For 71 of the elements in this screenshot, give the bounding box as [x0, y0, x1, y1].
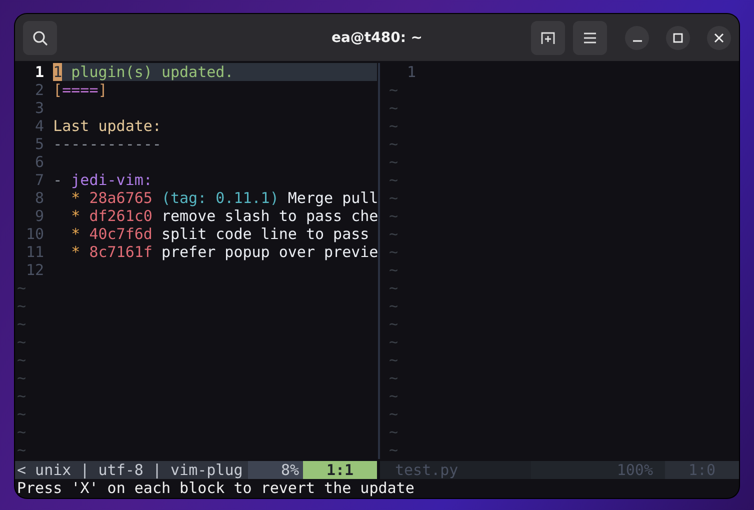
empty-line-marker: ~	[389, 153, 398, 171]
empty-line-marker: ~	[389, 369, 398, 387]
line-number: 6	[34, 153, 44, 171]
maximize-button[interactable]	[666, 26, 690, 50]
empty-line-marker: ~	[389, 81, 398, 99]
empty-line-marker: ~	[389, 171, 398, 189]
empty-line-marker: ~	[17, 405, 26, 423]
close-icon	[714, 32, 724, 42]
code-line: [====]	[53, 81, 108, 99]
line-number: 11	[25, 243, 44, 261]
line-number: 2	[34, 81, 44, 99]
status-info: test.py	[380, 461, 531, 479]
code-line: Last update:	[53, 117, 162, 135]
close-button[interactable]	[707, 26, 731, 50]
empty-line-marker: ~	[389, 99, 398, 117]
empty-line-marker: ~	[17, 423, 26, 441]
code-line: * 28a6765 (tag: 0.11.1) Merge pull	[70, 189, 378, 207]
empty-line-marker: ~	[389, 243, 398, 261]
menu-button[interactable]	[573, 20, 607, 54]
window-title: ea@t480: ~	[331, 30, 423, 46]
empty-line-marker: ~	[389, 423, 398, 441]
menu-icon	[583, 32, 597, 44]
empty-line-marker: ~	[389, 207, 398, 225]
line-number: 10	[25, 225, 44, 243]
empty-line-marker: ~	[389, 441, 398, 459]
empty-line-marker: ~	[17, 315, 26, 333]
empty-line-marker: ~	[17, 369, 26, 387]
line-number: 4	[34, 117, 44, 135]
line-number: 7	[34, 171, 44, 189]
empty-line-marker: ~	[17, 351, 26, 369]
message-line: Press 'X' on each block to revert the update	[16, 479, 416, 498]
new-tab-button[interactable]	[531, 20, 565, 54]
code-line: - jedi-vim:	[53, 171, 154, 189]
empty-line-marker: ~	[17, 297, 26, 315]
empty-line-marker: ~	[17, 441, 26, 459]
code-line: ------------	[53, 135, 162, 153]
line-number: 1	[34, 63, 44, 81]
scroll-percent: 100%	[531, 461, 665, 479]
search-icon	[32, 30, 48, 46]
line-number: 5	[34, 135, 44, 153]
empty-line-marker: ~	[389, 333, 398, 351]
minimize-icon	[632, 40, 642, 42]
line-number: 9	[34, 207, 44, 225]
empty-line-marker: ~	[389, 117, 398, 135]
empty-line-marker: ~	[389, 405, 398, 423]
empty-line-marker: ~	[389, 279, 398, 297]
empty-line-marker: ~	[17, 387, 26, 405]
empty-line-marker: ~	[389, 351, 398, 369]
empty-line-marker: ~	[389, 297, 398, 315]
empty-line-marker: ~	[17, 333, 26, 351]
empty-line-marker: ~	[389, 189, 398, 207]
scroll-percent: 8%	[248, 461, 303, 479]
code-line: * df261c0 remove slash to pass che	[70, 207, 378, 225]
line-number: 8	[34, 189, 44, 207]
status-info: < unix | utf-8 | vim-plug	[15, 461, 248, 479]
code-line: * 40c7f6d split code line to pass	[70, 225, 370, 243]
new-tab-icon	[540, 30, 556, 46]
maximize-icon	[673, 32, 683, 42]
line-number: 12	[25, 261, 44, 279]
empty-line-marker: ~	[389, 261, 398, 279]
cursor-position: 1:1	[303, 461, 377, 479]
line-number: 3	[34, 99, 44, 117]
empty-line-marker: ~	[389, 225, 398, 243]
empty-line-marker: ~	[389, 387, 398, 405]
search-button[interactable]	[23, 20, 57, 54]
empty-line-marker: ~	[17, 279, 26, 297]
empty-line-marker: ~	[389, 315, 398, 333]
empty-line-marker: ~	[389, 135, 398, 153]
code-line: * 8c7161f prefer popup over previe	[70, 243, 378, 261]
line-number: 1	[406, 63, 416, 81]
minimize-button[interactable]	[625, 26, 649, 50]
